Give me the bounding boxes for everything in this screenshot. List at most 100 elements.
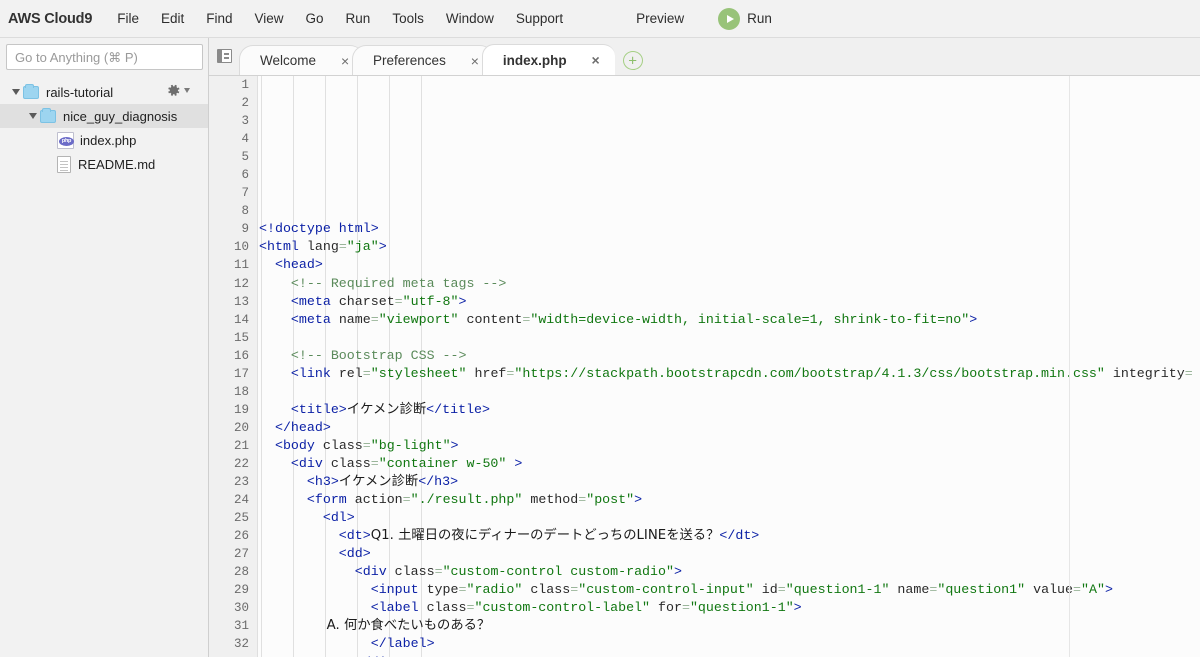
tab-index-php[interactable]: index.php × [481, 44, 615, 75]
tab-close-icon[interactable]: × [468, 54, 482, 68]
code-line: <meta charset="utf-8"> [259, 293, 1200, 311]
tabs-host: Welcome × Preferences × index.php × [239, 44, 615, 75]
code-line: <!doctype html> [259, 220, 1200, 238]
panel-toggle-icon[interactable] [209, 38, 239, 75]
token-tag: <div [290, 455, 331, 471]
tree-item-label: nice_guy_diagnosis [63, 108, 178, 124]
plus-circle-icon[interactable]: + [622, 51, 643, 70]
code-line: </div> [259, 654, 1200, 657]
play-circle-icon [718, 7, 741, 30]
code-line: <!-- Required meta tags --> [259, 275, 1200, 293]
run-button[interactable]: Run [718, 7, 772, 30]
code-line: <div class="container w-50" > [259, 455, 1200, 473]
token-attr: name [889, 582, 930, 598]
go-to-anything-input[interactable] [6, 44, 203, 70]
print-margin-guide [1069, 76, 1070, 657]
line-number: 11 [233, 258, 249, 273]
code-content[interactable]: <!doctype html> <html lang="ja"> <head> <… [259, 76, 1200, 657]
token-tag: <dd> [338, 546, 371, 562]
gear-icon[interactable] [166, 83, 190, 98]
token-attr: id [753, 582, 778, 598]
token-attr: charset [338, 293, 395, 309]
token-val: "bg-light" [370, 437, 451, 453]
line-number: 2 [241, 96, 249, 111]
code-editor[interactable]: 1 2 3 4 5 6 7 8 9 10 11 12 13 14 15 16 17 18 19 20 21 22 23 24 2… [209, 76, 1200, 657]
code-line: </head> [259, 419, 1200, 437]
token-attr: rel [338, 365, 363, 381]
tab-add-label: + [628, 52, 637, 69]
tab-welcome[interactable]: Welcome × [239, 45, 365, 75]
line-number: 33 [209, 654, 257, 657]
token-val: "question1-1" [785, 582, 890, 598]
token-attr: href [466, 365, 507, 381]
tab-close-icon[interactable]: × [589, 53, 603, 67]
preview-button[interactable]: Preview [626, 8, 694, 29]
tab-label: index.php [502, 52, 567, 68]
token-tag: <body [274, 437, 323, 453]
token-val: "custom-control-label" [474, 600, 651, 616]
text-file-icon [57, 155, 71, 173]
tree-item-readme-md[interactable]: README.md [0, 152, 208, 176]
line-number: 31 [233, 619, 249, 634]
line-number: 8 [241, 204, 249, 219]
token-tag: <head> [274, 257, 323, 273]
token-tag: <h3> [306, 474, 339, 490]
line-number: 23 [233, 475, 249, 490]
line-number: 22 [233, 456, 249, 471]
line-number: 4 [241, 132, 249, 147]
line-number: 12 [233, 276, 249, 291]
caret-down-icon[interactable] [25, 113, 40, 119]
caret-down-icon[interactable] [8, 89, 23, 95]
menu-item-tools[interactable]: Tools [381, 8, 435, 29]
tree-item-nice-guy-diagnosis[interactable]: nice_guy_diagnosis [0, 104, 208, 128]
line-number: 17 [233, 366, 249, 381]
token-tag: <!doctype html> [259, 221, 379, 237]
tab-close-icon[interactable]: × [338, 54, 352, 68]
code-line: <html lang="ja"> [259, 238, 1200, 256]
menu-item-find[interactable]: Find [195, 8, 243, 29]
token-eq: = [1184, 365, 1193, 381]
line-number-gutter: 1 2 3 4 5 6 7 8 9 10 11 12 13 14 15 16 17 18 19 20 21 22 23 24 2… [209, 76, 258, 657]
tab-preferences[interactable]: Preferences × [352, 45, 494, 75]
token-val: "viewport" [378, 311, 459, 327]
menu-item-file[interactable]: File [106, 8, 150, 29]
token-cmt: <!-- Bootstrap CSS --> [290, 347, 467, 363]
token-eq: = [777, 582, 786, 598]
token-tag: > [1104, 582, 1113, 598]
token-val: "question1" [937, 582, 1026, 598]
line-number: 29 [233, 583, 249, 598]
menu-item-support[interactable]: Support [505, 8, 574, 29]
token-tag: </dt> [719, 528, 760, 544]
menu-item-window[interactable]: Window [435, 8, 505, 29]
token-val: "https://stackpath.bootstrapcdn.com/boot… [514, 365, 1105, 381]
token-txt: イケメン診断 [346, 401, 427, 417]
menu-item-view[interactable]: View [244, 8, 295, 29]
token-val: "./result.php" [410, 492, 523, 508]
menu-item-run[interactable]: Run [335, 8, 382, 29]
token-val: "container w-50" [378, 455, 507, 471]
token-eq: = [681, 600, 690, 616]
chevron-down-icon[interactable] [184, 88, 190, 93]
tree-item-rails-tutorial[interactable]: rails-tutorial [0, 80, 208, 104]
menu-item-edit[interactable]: Edit [150, 8, 195, 29]
token-eq: = [434, 564, 443, 580]
token-tag: </head> [274, 419, 331, 435]
line-number: 15 [233, 330, 249, 345]
token-tag: > [793, 600, 802, 616]
run-label: Run [747, 11, 772, 26]
line-number: 13 [233, 294, 249, 309]
menu-item-go[interactable]: Go [295, 8, 335, 29]
tree-item-index-php[interactable]: php index.php [0, 128, 208, 152]
token-tag: <dl> [322, 510, 355, 526]
